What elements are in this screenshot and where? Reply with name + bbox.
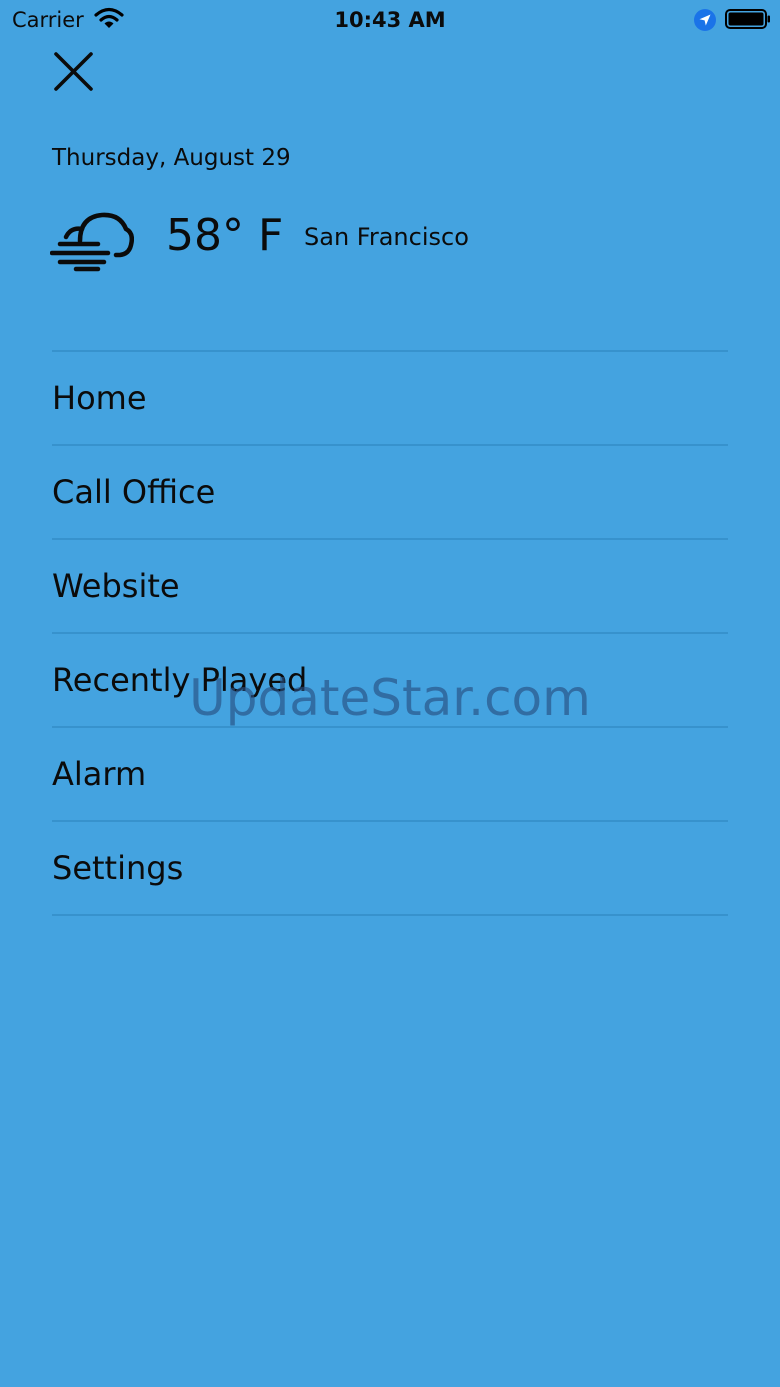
menu-item-call-office[interactable]: Call Office	[52, 446, 728, 540]
menu-item-settings[interactable]: Settings	[52, 822, 728, 916]
current-date: Thursday, August 29	[52, 145, 291, 171]
status-time: 10:43 AM	[334, 8, 446, 32]
close-icon	[54, 52, 93, 91]
battery-icon	[725, 9, 770, 29]
temperature-label: 58° F	[166, 210, 284, 261]
menu-item-alarm[interactable]: Alarm	[52, 728, 728, 822]
menu-item-website[interactable]: Website	[52, 540, 728, 634]
city-label: San Francisco	[304, 223, 469, 251]
close-button[interactable]	[50, 48, 98, 96]
side-menu: Home Call Office Website Recently Played…	[52, 350, 728, 916]
status-bar: Carrier 10:43 AM	[0, 0, 780, 40]
menu-item-recently-played[interactable]: Recently Played	[52, 634, 728, 728]
cloud-fog-icon	[50, 212, 134, 272]
menu-item-home[interactable]: Home	[52, 352, 728, 446]
location-arrow-icon	[694, 9, 716, 31]
